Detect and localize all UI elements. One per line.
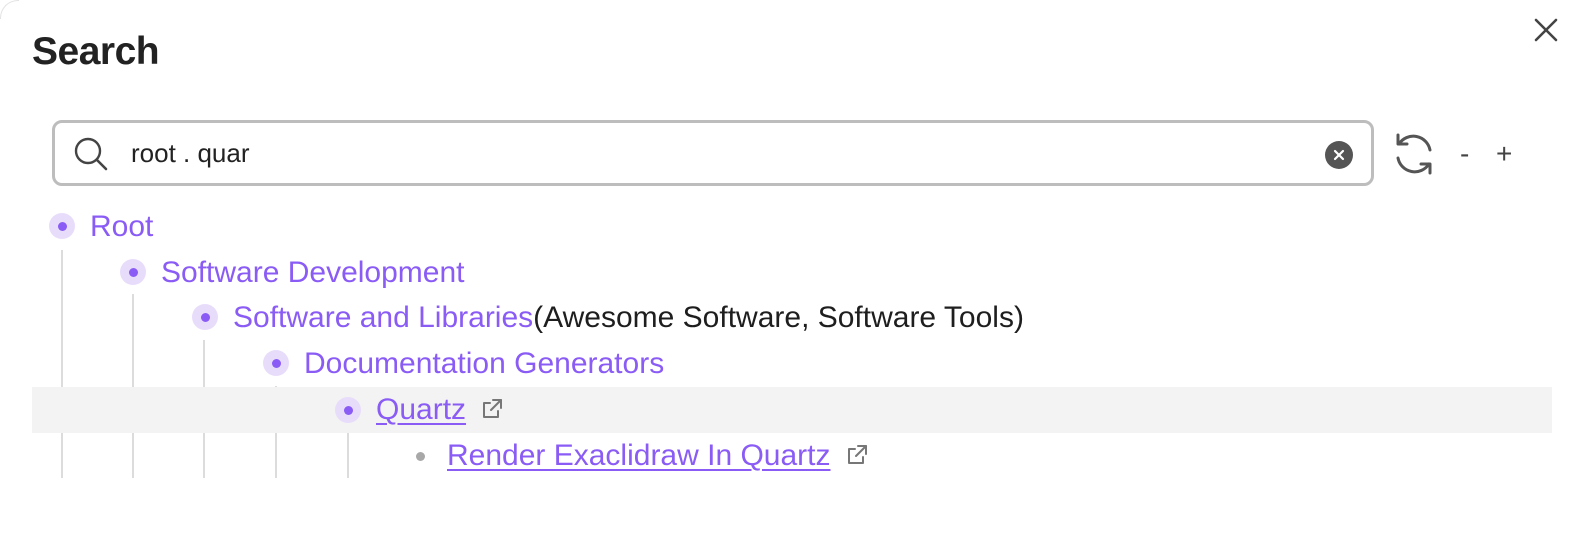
modal-border (0, 0, 19, 19)
tree-row: Documentation Generators (32, 341, 1552, 387)
search-box[interactable] (52, 120, 1374, 186)
zoom-in-button[interactable]: + (1496, 138, 1512, 170)
tree-node-link[interactable]: Root (90, 210, 153, 243)
tree-node-link[interactable]: Software Development (161, 256, 465, 289)
tree-bullet[interactable] (263, 350, 289, 376)
tree-node-link[interactable]: Documentation Generators (304, 347, 664, 380)
tree-row: Software and Libraries(Awesome Software,… (32, 295, 1552, 341)
tree-row: Render Exaclidraw In Quartz (32, 433, 1552, 479)
search-input[interactable] (131, 131, 1311, 175)
tree-bullet[interactable] (407, 443, 433, 469)
external-link-icon[interactable] (480, 397, 504, 421)
tree-row: Root (32, 204, 1552, 250)
clear-icon (1333, 149, 1345, 161)
refresh-icon (1396, 133, 1432, 175)
external-link-icon[interactable] (845, 443, 869, 467)
tree-row-selected: Quartz (32, 387, 1552, 433)
close-icon (1534, 18, 1558, 42)
tree-node-link[interactable]: Render Exaclidraw In Quartz (447, 439, 831, 472)
tree-bullet[interactable] (49, 213, 75, 239)
tree-node-link[interactable]: Quartz (376, 393, 466, 426)
close-button[interactable] (1528, 12, 1564, 48)
tree-node-link[interactable]: Software and Libraries (233, 301, 533, 334)
tree-node-aliases: (Awesome Software, Software Tools) (533, 301, 1024, 334)
search-modal: Search - + (0, 0, 1580, 536)
search-results-tree: Root Software Development Software and L… (0, 200, 1580, 536)
tree-bullet[interactable] (335, 397, 361, 423)
tree-row: Software Development (32, 250, 1552, 296)
clear-search-button[interactable] (1325, 141, 1353, 169)
zoom-out-button[interactable]: - (1460, 138, 1469, 170)
tree-bullet[interactable] (192, 304, 218, 330)
modal-title: Search (32, 30, 160, 73)
search-icon (74, 137, 108, 171)
tree-bullet[interactable] (120, 259, 146, 285)
refresh-button[interactable] (1390, 130, 1438, 178)
